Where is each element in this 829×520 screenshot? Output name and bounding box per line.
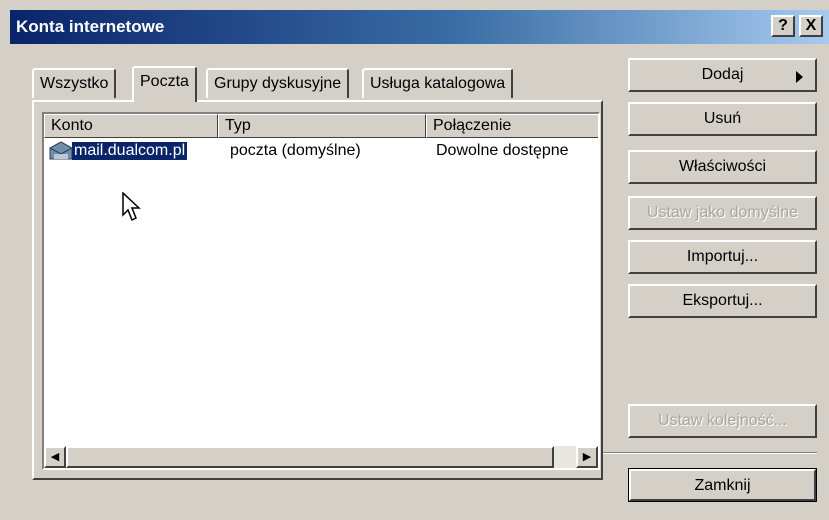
add-button[interactable]: Dodaj [628,58,817,92]
arrow-right-icon[interactable]: ▶ [576,446,598,468]
account-type-cell: poczta (domyślne) [230,142,361,159]
tab-newsgroups-label: Grupy dyskusyjne [214,75,342,92]
set-order-button[interactable]: Ustaw kolejność... [628,404,817,438]
tab-all[interactable]: Wszystko [32,68,117,98]
mail-account-icon [48,140,74,167]
import-button[interactable]: Importuj... [628,240,817,274]
tab-mail-label: Poczta [140,73,189,90]
accounts-list[interactable]: Konto Typ Połączenie mail.dualcom.pl poc… [42,112,600,470]
tab-all-label: Wszystko [40,75,109,92]
account-name-cell[interactable]: mail.dualcom.pl [72,142,188,160]
export-button[interactable]: Eksportuj... [628,284,817,318]
tab-newsgroups[interactable]: Grupy dyskusyjne [206,68,350,98]
mouse-pointer-icon [122,191,144,227]
add-button-label: Dodaj [701,66,744,83]
set-default-button[interactable]: Ustaw jako domyślne [628,196,817,230]
column-header-connection[interactable]: Połączenie [426,114,598,138]
arrow-left-icon[interactable]: ◀ [44,446,66,468]
submenu-arrow-icon [796,71,803,83]
tab-mail[interactable]: Poczta [132,66,197,102]
column-header-type[interactable]: Typ [218,114,426,138]
column-header-account[interactable]: Konto [44,114,218,138]
tab-directory-service-label: Usługa katalogowa [370,75,506,92]
tab-directory-service[interactable]: Usługa katalogowa [362,68,514,98]
help-button[interactable]: ? [771,15,795,37]
dialog-content: Wszystko Poczta Grupy dyskusyjne Usługa … [10,44,829,520]
window-title: Konta internetowe [16,17,165,36]
title-bar[interactable]: Konta internetowe ? X [10,10,829,44]
scroll-thumb[interactable] [66,446,554,468]
close-window-button[interactable]: X [799,15,823,37]
close-button[interactable]: Zamknij [628,468,817,502]
properties-button[interactable]: Właściwości [628,150,817,184]
remove-button[interactable]: Usuń [628,102,817,136]
horizontal-scrollbar[interactable]: ◀ ▶ [44,446,598,468]
accounts-dialog: Konta internetowe ? X Wszystko Poczta Gr… [0,0,829,520]
account-connection-cell: Dowolne dostępne [436,142,569,159]
